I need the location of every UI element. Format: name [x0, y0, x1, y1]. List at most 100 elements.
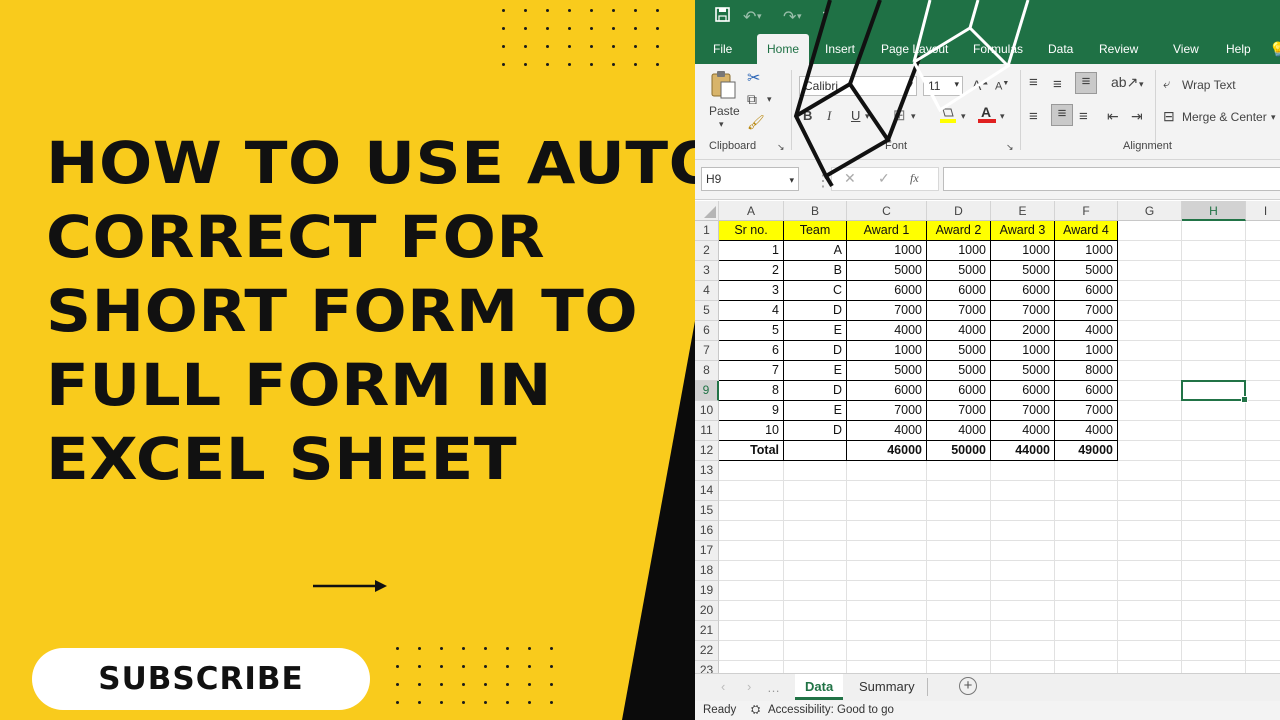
table-cell[interactable]	[1246, 401, 1280, 421]
align-right-icon[interactable]: ≡	[1079, 108, 1088, 125]
decrease-indent-icon[interactable]: ⇤	[1107, 108, 1119, 125]
table-cell[interactable]	[1055, 521, 1118, 541]
table-cell[interactable]	[847, 641, 927, 661]
table-cell[interactable]	[1118, 441, 1182, 461]
table-cell[interactable]: 5000	[927, 361, 991, 381]
font-color-icon[interactable]: A	[978, 104, 996, 124]
table-cell[interactable]: 6	[719, 341, 784, 361]
paste-icon[interactable]	[709, 70, 737, 100]
tab-data[interactable]: Data	[1044, 34, 1077, 64]
table-cell[interactable]	[847, 481, 927, 501]
table-cell[interactable]: 49000	[1055, 441, 1118, 461]
table-cell[interactable]	[719, 601, 784, 621]
table-cell[interactable]: Award 3	[991, 221, 1055, 241]
table-cell[interactable]: 1000	[991, 341, 1055, 361]
table-cell[interactable]: 50000	[927, 441, 991, 461]
table-cell[interactable]: D	[784, 341, 847, 361]
table-cell[interactable]	[1246, 301, 1280, 321]
paste-button[interactable]: Paste	[709, 104, 740, 118]
table-cell[interactable]: 3	[719, 281, 784, 301]
row-header[interactable]: 4	[695, 281, 719, 301]
table-cell[interactable]	[1055, 661, 1118, 673]
merge-center-icon[interactable]: ⊟	[1163, 108, 1175, 125]
table-cell[interactable]	[1182, 341, 1246, 361]
table-cell[interactable]	[1182, 661, 1246, 673]
table-cell[interactable]	[1055, 601, 1118, 621]
table-cell[interactable]	[1182, 421, 1246, 441]
table-cell[interactable]: 5000	[847, 261, 927, 281]
table-cell[interactable]	[1118, 221, 1182, 241]
table-cell[interactable]	[784, 641, 847, 661]
table-cell[interactable]	[1055, 501, 1118, 521]
format-painter-icon[interactable]: 🖌	[747, 114, 765, 131]
prev-sheet-icon[interactable]: ‹	[711, 674, 735, 700]
table-cell[interactable]: Total	[719, 441, 784, 461]
cut-icon[interactable]: ✂	[747, 68, 760, 88]
table-cell[interactable]	[847, 541, 927, 561]
table-cell[interactable]	[1118, 641, 1182, 661]
table-cell[interactable]	[847, 661, 927, 673]
merge-dropdown-icon[interactable]: ▾	[1271, 112, 1276, 123]
table-cell[interactable]	[991, 581, 1055, 601]
decrease-font-size-icon[interactable]: A▼	[995, 80, 1009, 93]
copy-dropdown-icon[interactable]: ▾	[767, 94, 772, 105]
row-header[interactable]: 18	[695, 561, 719, 581]
table-cell[interactable]: 4000	[847, 321, 927, 341]
table-cell[interactable]	[847, 461, 927, 481]
table-cell[interactable]	[927, 481, 991, 501]
table-cell[interactable]: 7000	[1055, 301, 1118, 321]
bold-button[interactable]: B	[803, 108, 812, 123]
table-cell[interactable]	[1118, 601, 1182, 621]
sheet-tab-summary[interactable]: Summary	[849, 674, 925, 700]
row-header[interactable]: 10	[695, 401, 719, 421]
table-cell[interactable]	[1118, 521, 1182, 541]
table-cell[interactable]: 7000	[927, 301, 991, 321]
table-cell[interactable]	[1246, 621, 1280, 641]
table-cell[interactable]	[784, 541, 847, 561]
table-cell[interactable]: 4000	[1055, 321, 1118, 341]
table-cell[interactable]: 6000	[1055, 281, 1118, 301]
table-cell[interactable]	[1118, 541, 1182, 561]
undo-icon[interactable]: ↶	[743, 7, 756, 27]
table-cell[interactable]: 5000	[927, 341, 991, 361]
column-header-b[interactable]: B	[784, 201, 847, 221]
table-cell[interactable]	[784, 481, 847, 501]
row-header[interactable]: 7	[695, 341, 719, 361]
table-cell[interactable]: 1	[719, 241, 784, 261]
table-cell[interactable]: 7000	[991, 401, 1055, 421]
table-cell[interactable]	[784, 581, 847, 601]
row-header[interactable]: 23	[695, 661, 719, 673]
table-cell[interactable]	[1182, 501, 1246, 521]
table-cell[interactable]	[719, 521, 784, 541]
table-cell[interactable]	[927, 641, 991, 661]
table-cell[interactable]	[1182, 301, 1246, 321]
table-cell[interactable]	[847, 581, 927, 601]
table-cell[interactable]: 1000	[1055, 341, 1118, 361]
font-size-select[interactable]: 11 ▾	[923, 76, 963, 96]
table-cell[interactable]	[927, 661, 991, 673]
table-cell[interactable]: 6000	[847, 381, 927, 401]
table-cell[interactable]	[927, 541, 991, 561]
table-cell[interactable]	[927, 501, 991, 521]
tab-page-layout[interactable]: Page Layout	[877, 34, 952, 64]
table-cell[interactable]: 5000	[847, 361, 927, 381]
lightbulb-icon[interactable]: 💡	[1265, 34, 1280, 64]
save-icon[interactable]	[715, 7, 730, 27]
underline-button[interactable]: U	[851, 108, 860, 123]
table-cell[interactable]	[1246, 281, 1280, 301]
table-cell[interactable]: 5000	[991, 361, 1055, 381]
table-cell[interactable]	[784, 501, 847, 521]
table-cell[interactable]: 4000	[927, 421, 991, 441]
fill-color-dropdown-icon[interactable]: ▾	[961, 111, 966, 122]
table-cell[interactable]	[927, 521, 991, 541]
redo-dropdown-icon[interactable]: ▾	[797, 11, 802, 22]
italic-button[interactable]: I	[827, 108, 831, 124]
table-cell[interactable]	[1182, 641, 1246, 661]
table-cell[interactable]	[847, 501, 927, 521]
table-cell[interactable]: E	[784, 401, 847, 421]
table-cell[interactable]: 5000	[991, 261, 1055, 281]
table-cell[interactable]	[1182, 241, 1246, 261]
table-cell[interactable]	[927, 561, 991, 581]
table-cell[interactable]: Award 2	[927, 221, 991, 241]
bottom-align-icon[interactable]: ≡	[1075, 72, 1097, 94]
